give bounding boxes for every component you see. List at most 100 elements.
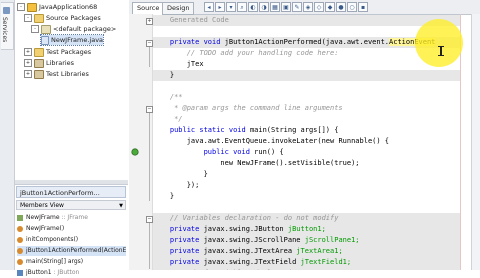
code-token: private <box>153 258 204 266</box>
fold-guide <box>149 113 150 201</box>
member-name: jButton1 <box>26 269 52 276</box>
code-token: jTextArea1; <box>296 247 343 255</box>
code-line[interactable]: private javax.swing.JTextField jTextFiel… <box>153 257 351 268</box>
code-fold-column: + − − − <box>146 14 153 270</box>
navigator-member[interactable]: initComponents() <box>17 235 78 245</box>
code-line[interactable]: Generated Code <box>153 15 229 26</box>
toolbar-icon-button[interactable]: ● <box>336 2 346 12</box>
code-line[interactable]: } <box>153 169 208 180</box>
toolbar-icon-button[interactable]: ◐ <box>248 2 258 12</box>
code-token: } <box>153 192 175 200</box>
code-line[interactable]: private void jButton1ActionPerformed(jav… <box>153 37 436 48</box>
member-type: : JButton <box>51 269 80 276</box>
navigator-member[interactable]: NewJFrame() <box>17 224 64 234</box>
libraries-icon <box>34 58 44 68</box>
code-line[interactable]: // TODO add your handling code here: <box>153 48 339 59</box>
chevron-down-icon: ▼ <box>119 203 123 209</box>
side-window-strip: Services <box>0 0 15 270</box>
tree-item[interactable]: - Source Packages <box>24 13 101 23</box>
services-tab[interactable]: Services <box>1 2 14 50</box>
toolbar-icon-button[interactable]: ○ <box>347 2 357 12</box>
code-token: (new Runnable() { <box>317 137 390 145</box>
toolbar-icon-button[interactable]: ▪ <box>358 2 368 12</box>
navigator-member[interactable]: main(String[] args) <box>17 257 83 267</box>
code-token: main(String args[]) { <box>249 126 339 134</box>
fold-toggle-icon[interactable]: + <box>146 18 153 25</box>
toolbar-icon-button[interactable]: ▾ <box>226 2 236 12</box>
code-line[interactable]: // Variables declaration - do not modify <box>153 213 339 224</box>
fold-toggle-icon[interactable]: − <box>146 40 153 47</box>
toolbar-icon-button[interactable]: ◑ <box>259 2 269 12</box>
tree-item[interactable]: - JavaApplication68 <box>17 2 97 12</box>
member-name: NewJFrame <box>26 214 60 221</box>
expand-toggle-icon[interactable]: + <box>24 70 32 78</box>
fold-toggle-icon[interactable]: − <box>146 216 153 223</box>
code-line[interactable]: public void run() { <box>153 147 284 158</box>
cursor-highlight <box>415 19 463 67</box>
code-line[interactable]: * @param args the command line arguments <box>153 103 343 114</box>
toolbar-icon-button[interactable]: ▸ <box>215 2 225 12</box>
member-name: main(String[] args) <box>26 258 84 265</box>
tree-item[interactable]: + Test Packages <box>24 47 91 57</box>
code-token: private <box>153 247 204 255</box>
code-editor[interactable]: Generated Code private void jButton1Acti… <box>153 14 460 270</box>
code-token: new NewJFrame().setVisible(true); <box>153 159 360 167</box>
code-line[interactable]: } <box>153 191 174 202</box>
code-token: jScrollPane1; <box>304 236 360 244</box>
code-token: */ <box>153 115 183 123</box>
collapse-toggle-icon[interactable]: - <box>31 25 39 33</box>
toolbar-icon-button[interactable]: ◈ <box>303 2 313 12</box>
class-icon <box>17 214 23 221</box>
code-line[interactable]: new NewJFrame().setVisible(true); <box>153 158 360 169</box>
tree-item[interactable]: NewJFrame.java <box>39 34 105 46</box>
code-line[interactable]: private javax.swing.JScrollPane jScrollP… <box>153 235 360 246</box>
code-line[interactable]: java.awt.EventQueue.invokeLater(new Runn… <box>153 136 389 147</box>
code-line[interactable]: } <box>153 70 174 81</box>
tree-item-label: JavaApplication68 <box>39 3 98 11</box>
code-line[interactable]: */ <box>153 114 183 125</box>
collapse-toggle-icon[interactable]: - <box>24 14 32 22</box>
navigator-member[interactable]: NewJFrame :: JFrame <box>17 213 88 223</box>
code-token: // Variables declaration - do not modify <box>153 214 339 222</box>
tree-item[interactable]: - <default package> <box>31 24 116 34</box>
code-line[interactable]: private javax.swing.JButton jButton1; <box>153 224 326 235</box>
toolbar-icon-button[interactable]: ▣ <box>281 2 291 12</box>
text-cursor-icon <box>438 46 444 56</box>
collapse-toggle-icon[interactable]: - <box>17 3 25 11</box>
expand-toggle-icon[interactable]: + <box>24 59 32 67</box>
code-token: javax.swing.JButton <box>203 225 288 233</box>
code-token: private <box>153 225 204 233</box>
code-token: jButton1ActionPerformed(java.awt.event. <box>224 38 390 46</box>
tree-item[interactable]: + Libraries <box>24 58 74 68</box>
code-token: jButton1; <box>287 225 326 233</box>
tree-item-label: Libraries <box>46 59 75 67</box>
toolbar-icon-button[interactable]: ◂ <box>204 2 214 12</box>
code-line[interactable]: private javax.swing.JTextArea jTextArea1… <box>153 246 343 257</box>
toolbar-icon-button[interactable]: ⌕ <box>237 2 247 12</box>
navigator-member[interactable]: jButton1ActionPerformed(ActionE <box>17 246 127 256</box>
toolbar-icon-button[interactable]: ▦ <box>270 2 280 12</box>
code-token: java.awt.EventQueue. <box>153 137 272 145</box>
code-token: Generated Code <box>153 16 229 24</box>
code-line[interactable]: jTex <box>153 59 204 70</box>
vertical-scrollbar[interactable] <box>471 14 480 270</box>
member-name: NewJFrame() <box>26 225 65 232</box>
expand-toggle-icon[interactable]: + <box>24 48 32 56</box>
package-icon <box>41 24 51 34</box>
member-name: initComponents() <box>26 236 79 243</box>
code-line[interactable]: /** <box>153 92 183 103</box>
navigator-title[interactable]: jButton1ActionPerform... <box>16 186 126 198</box>
method-icon <box>17 247 23 254</box>
toolbar-icon-button[interactable]: ◇ <box>314 2 324 12</box>
code-line[interactable]: public static void main(String args[]) { <box>153 125 339 136</box>
tree-item[interactable]: + Test Libraries <box>24 69 89 79</box>
code-token: run() { <box>254 148 284 156</box>
project-icon <box>27 2 37 12</box>
code-line[interactable]: }); <box>153 180 200 191</box>
toolbar-icon-button[interactable]: ✎ <box>292 2 302 12</box>
tree-item-label: Test Libraries <box>46 70 89 78</box>
fold-toggle-icon[interactable]: − <box>146 106 153 113</box>
members-view-dropdown[interactable]: Members View ▼ <box>16 200 126 210</box>
tree-item-label: Source Packages <box>46 14 101 22</box>
toolbar-icon-button[interactable]: ◆ <box>325 2 335 12</box>
